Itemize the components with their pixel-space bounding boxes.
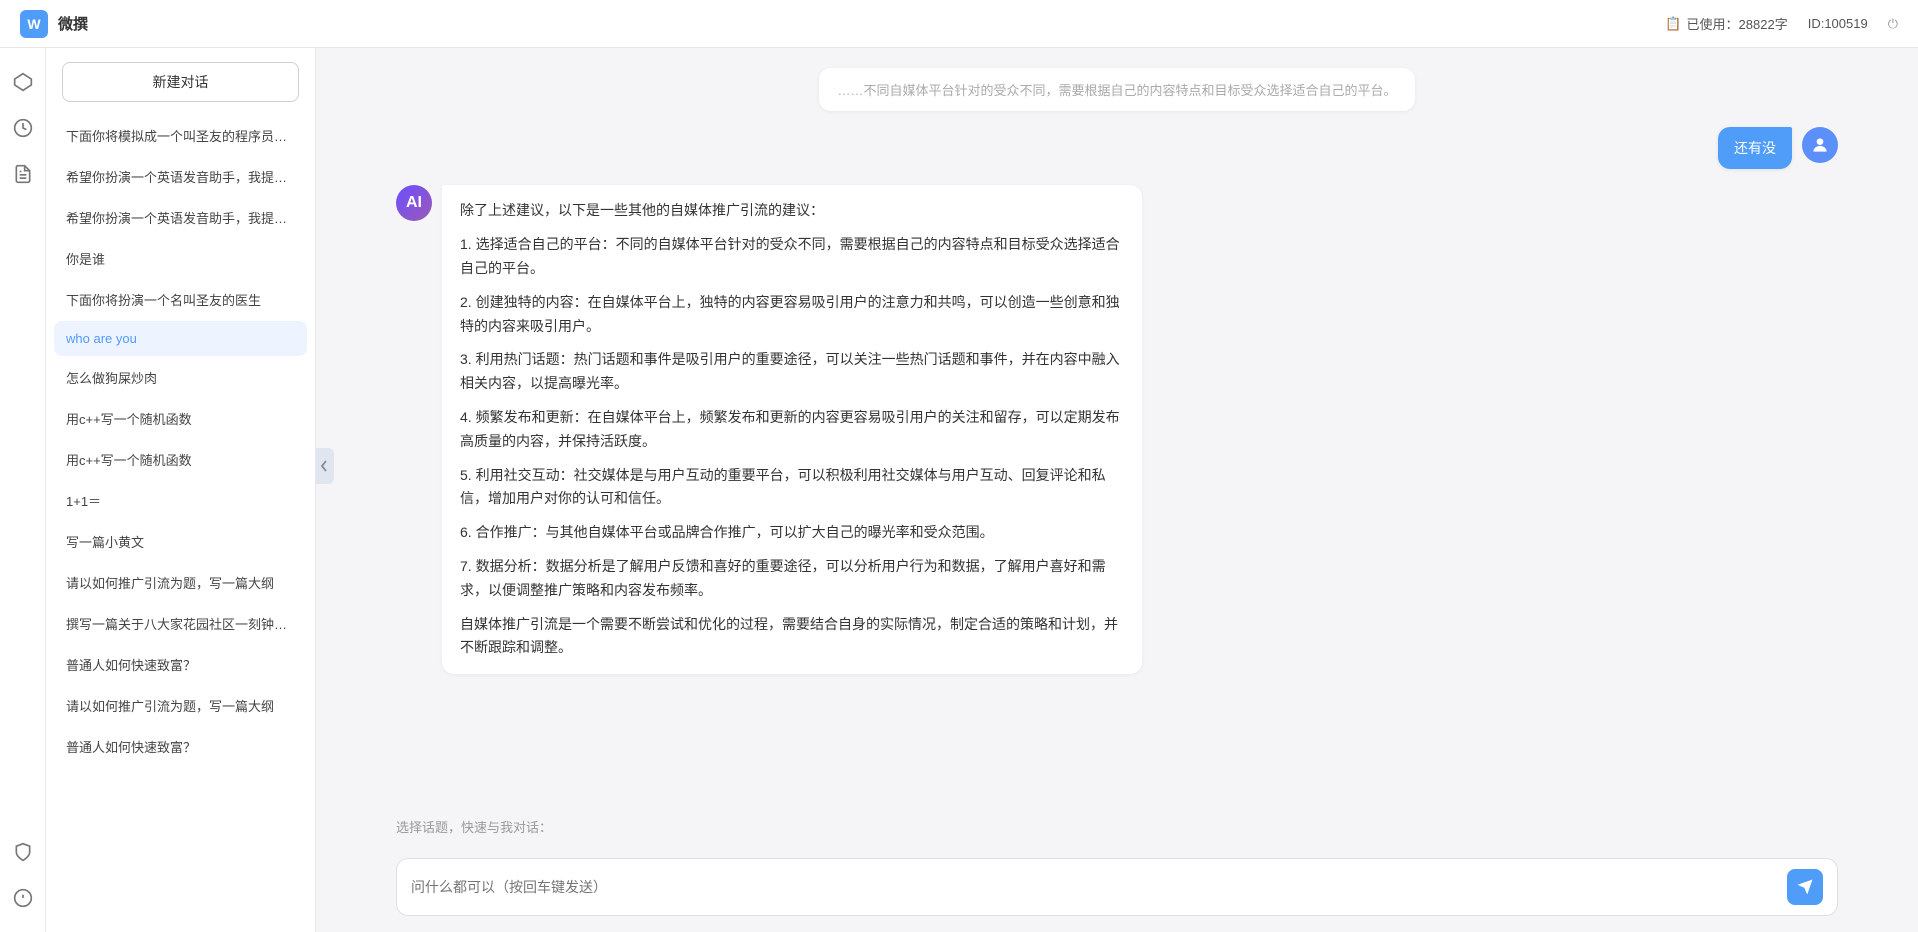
- topbar: W 微撰 📋 已使用：28822字 ID:100519 ⏻: [0, 0, 1918, 48]
- usage-display: 📋 已使用：28822字: [1665, 14, 1787, 33]
- conv-item-4[interactable]: 下面你将扮演一个名叫圣友的医生: [54, 280, 307, 319]
- conv-item-11[interactable]: 请以如何推广引流为题，写一篇大纲: [54, 563, 307, 602]
- conv-item-5[interactable]: who are you: [54, 321, 307, 356]
- chat-input[interactable]: [411, 879, 1777, 895]
- ai-para-0: 除了上述建议，以下是一些其他的自媒体推广引流的建议：: [460, 199, 1124, 223]
- topbar-right: 📋 已使用：28822字 ID:100519 ⏻: [1665, 14, 1898, 33]
- ai-avatar: AI: [396, 185, 432, 221]
- ai-para-4: 4. 频繁发布和更新：在自媒体平台上，频繁发布和更新的内容更容易吸引用户的关注和…: [460, 406, 1124, 454]
- input-wrapper: [396, 858, 1838, 916]
- quick-topics-label: 选择话题，快速与我对话：: [316, 807, 1918, 846]
- topbar-left: W 微撰: [20, 10, 88, 38]
- ai-para-2: 2. 创建独特的内容：在自媒体平台上，独特的内容更容易吸引用户的注意力和共鸣，可…: [460, 291, 1124, 339]
- sidebar-icon-hexagon[interactable]: [5, 64, 41, 100]
- conv-item-10[interactable]: 写一篇小黄文: [54, 522, 307, 561]
- logo-w: W: [20, 10, 48, 38]
- conv-item-0[interactable]: 下面你将模拟成一个叫圣友的程序员，我说...: [54, 116, 307, 155]
- usage-icon: 📋: [1665, 16, 1681, 32]
- conv-item-6[interactable]: 怎么做狗屎炒肉: [54, 358, 307, 397]
- power-icon[interactable]: ⏻: [1888, 16, 1898, 32]
- main-layout: 新建对话 下面你将模拟成一个叫圣友的程序员，我说... 希望你扮演一个英语发音助…: [0, 48, 1918, 932]
- sidebar-icon-document[interactable]: [5, 156, 41, 192]
- conv-item-8[interactable]: 用c++写一个随机函数: [54, 440, 307, 479]
- ai-message-row: AI 除了上述建议，以下是一些其他的自媒体推广引流的建议： 1. 选择适合自己的…: [396, 185, 1838, 674]
- conv-item-3[interactable]: 你是谁: [54, 239, 307, 278]
- new-conversation-button[interactable]: 新建对话: [62, 62, 299, 102]
- conv-item-9[interactable]: 1+1＝: [54, 481, 307, 520]
- icon-sidebar-bottom: [5, 834, 41, 916]
- sidebar-icon-shield[interactable]: [5, 834, 41, 870]
- icon-sidebar: [0, 48, 46, 932]
- conv-item-12[interactable]: 撰写一篇关于八大家花园社区一刻钟便民生...: [54, 604, 307, 643]
- user-message-row: 还有没: [396, 127, 1838, 169]
- conv-item-14[interactable]: 请以如何推广引流为题，写一篇大纲: [54, 686, 307, 725]
- sidebar-icon-clock[interactable]: [5, 110, 41, 146]
- ai-para-6: 6. 合作推广：与其他自媒体平台或品牌合作推广，可以扩大自己的曝光率和受众范围。: [460, 521, 1124, 545]
- sidebar-collapse-button[interactable]: [316, 448, 334, 484]
- conv-item-13[interactable]: 普通人如何快速致富？: [54, 645, 307, 684]
- chat-area: ……不同自媒体平台针对的受众不同，需要根据自己的内容特点和目标受众选择适合自己的…: [316, 48, 1918, 932]
- ai-para-7: 7. 数据分析：数据分析是了解用户反馈和喜好的重要途径，可以分析用户行为和数据，…: [460, 555, 1124, 603]
- app-title: 微撰: [58, 13, 88, 34]
- send-button[interactable]: [1787, 869, 1823, 905]
- input-area: [316, 846, 1918, 932]
- sidebar-icon-info[interactable]: [5, 880, 41, 916]
- conv-item-2[interactable]: 希望你扮演一个英语发音助手，我提供给你...: [54, 198, 307, 237]
- user-avatar: [1802, 127, 1838, 163]
- chat-messages: ……不同自媒体平台针对的受众不同，需要根据自己的内容特点和目标受众选择适合自己的…: [316, 48, 1918, 807]
- conv-item-1[interactable]: 希望你扮演一个英语发音助手，我提供给你...: [54, 157, 307, 196]
- conv-sidebar: 新建对话 下面你将模拟成一个叫圣友的程序员，我说... 希望你扮演一个英语发音助…: [46, 48, 316, 932]
- conversation-list: 下面你将模拟成一个叫圣友的程序员，我说... 希望你扮演一个英语发音助手，我提供…: [46, 116, 315, 932]
- usage-label: 已使用：28822字: [1687, 14, 1788, 33]
- ai-para-8: 自媒体推广引流是一个需要不断尝试和优化的过程，需要结合自身的实际情况，制定合适的…: [460, 613, 1124, 661]
- partial-top-message: ……不同自媒体平台针对的受众不同，需要根据自己的内容特点和目标受众选择适合自己的…: [819, 68, 1414, 111]
- user-id: ID:100519: [1808, 16, 1868, 31]
- ai-para-1: 1. 选择适合自己的平台：不同的自媒体平台针对的受众不同，需要根据自己的内容特点…: [460, 233, 1124, 281]
- ai-para-5: 5. 利用社交互动：社交媒体是与用户互动的重要平台，可以积极利用社交媒体与用户互…: [460, 464, 1124, 512]
- conv-item-7[interactable]: 用c++写一个随机函数: [54, 399, 307, 438]
- ai-bubble: 除了上述建议，以下是一些其他的自媒体推广引流的建议： 1. 选择适合自己的平台：…: [442, 185, 1142, 674]
- conv-item-15[interactable]: 普通人如何快速致富？: [54, 727, 307, 766]
- user-bubble: 还有没: [1718, 127, 1792, 169]
- ai-para-3: 3. 利用热门话题：热门话题和事件是吸引用户的重要途径，可以关注一些热门话题和事…: [460, 348, 1124, 396]
